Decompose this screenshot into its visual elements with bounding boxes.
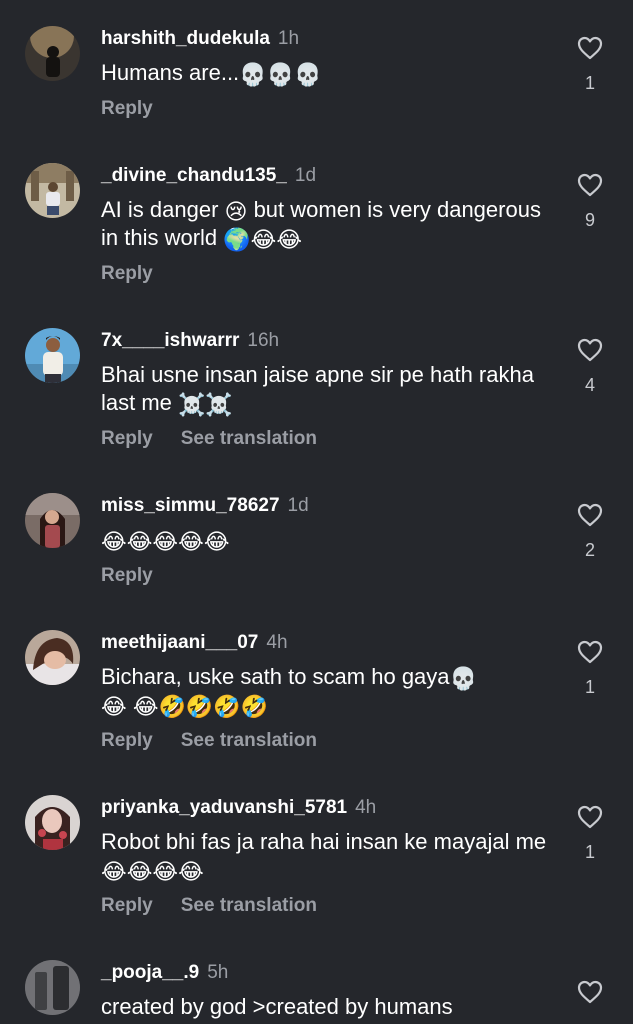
heart-icon[interactable]: [577, 980, 603, 1004]
heart-icon[interactable]: [577, 503, 603, 527]
like-control: 2: [574, 503, 606, 561]
timestamp: 5h: [207, 962, 229, 983]
laughing-emoji: 😂😂😂😂: [101, 859, 204, 884]
comment-text: Robot bhi fas ja raha hai insan ke mayaj…: [101, 828, 551, 884]
heart-icon[interactable]: [577, 805, 603, 829]
like-control: 1: [574, 805, 606, 863]
globe-laughing-emoji: 🌍😂😂: [223, 227, 303, 252]
avatar[interactable]: [25, 630, 80, 685]
username[interactable]: priyanka_yaduvanshi_5781: [101, 797, 347, 818]
like-count: 1: [584, 677, 595, 697]
comment-text: Bichara, uske sath to scam ho gaya💀 😂 😂🤣…: [101, 663, 551, 719]
see-translation-button[interactable]: See translation: [181, 895, 317, 916]
see-translation-button[interactable]: See translation: [181, 428, 317, 449]
reply-button[interactable]: Reply: [101, 895, 153, 916]
like-control: 4: [574, 338, 606, 396]
comment-actions: Reply: [101, 96, 181, 122]
comment-header: 7x____ishwarrr 16h: [101, 328, 279, 354]
like-control: 1: [574, 640, 606, 698]
comment-header: meethijaani___07 4h: [101, 630, 288, 656]
username[interactable]: harshith_dudekula: [101, 28, 270, 49]
like-count: 2: [584, 540, 595, 560]
comment-header: priyanka_yaduvanshi_5781 4h: [101, 795, 376, 821]
skull-crossbones-emoji: ☠️☠️: [178, 392, 233, 417]
comments-list: harshith_dudekula 1h Humans are...💀💀💀 Rep…: [0, 0, 633, 1024]
see-translation-button[interactable]: See translation: [181, 730, 317, 751]
laughing-emoji: 😂 😂🤣🤣🤣🤣: [101, 694, 269, 719]
avatar[interactable]: [25, 493, 80, 548]
like-count: 1: [584, 73, 595, 93]
comment-text: AI is danger 😢 but women is very dangero…: [101, 196, 551, 252]
avatar[interactable]: [25, 328, 80, 383]
timestamp: 16h: [247, 330, 280, 351]
like-control: 9: [574, 173, 606, 231]
reply-button[interactable]: Reply: [101, 263, 153, 284]
reply-button[interactable]: Reply: [101, 565, 153, 586]
timestamp: 4h: [355, 797, 377, 818]
timestamp: 1d: [294, 165, 317, 186]
comment-actions: Reply See translation: [101, 426, 345, 452]
skull-emoji: 💀: [449, 666, 477, 691]
comment-actions: Reply: [101, 261, 181, 287]
username[interactable]: 7x____ishwarrr: [101, 330, 239, 351]
username[interactable]: miss_simmu_78627: [101, 495, 280, 516]
reply-button[interactable]: Reply: [101, 98, 153, 119]
comment-body: created by god >created by humans: [101, 994, 453, 1019]
comment-text: Humans are...💀💀💀: [101, 59, 551, 87]
comment-actions: Reply: [101, 563, 181, 589]
avatar[interactable]: [25, 163, 80, 218]
comment-body: Bichara, uske sath to scam ho gaya: [101, 664, 450, 689]
avatar[interactable]: [25, 795, 80, 850]
heart-icon[interactable]: [577, 338, 603, 362]
username[interactable]: meethijaani___07: [101, 632, 258, 653]
comment-actions: Reply See translation: [101, 728, 345, 754]
comment-header: miss_simmu_78627 1d: [101, 493, 309, 519]
like-count: 4: [584, 375, 595, 395]
heart-icon[interactable]: [577, 173, 603, 197]
comment-actions: Reply See translation: [101, 893, 345, 919]
like-count: 9: [584, 210, 595, 230]
heart-icon[interactable]: [577, 36, 603, 60]
like-count: 1: [584, 842, 595, 862]
comment-header: _pooja__.9 5h: [101, 960, 228, 986]
comment-header: _divine_chandu135_ 1d: [101, 163, 316, 189]
avatar[interactable]: [25, 960, 80, 1015]
reply-button[interactable]: Reply: [101, 730, 153, 751]
laughing-emoji: 😂😂😂😂😂: [101, 529, 230, 554]
reply-button[interactable]: Reply: [101, 428, 153, 449]
timestamp: 1d: [287, 495, 309, 516]
comment-body: AI is danger: [101, 197, 225, 222]
comment-body: Humans are...: [101, 60, 240, 85]
username[interactable]: _pooja__.9: [101, 962, 199, 983]
crying-emoji: 😢: [224, 199, 248, 224]
comment-header: harshith_dudekula 1h: [101, 26, 299, 52]
timestamp: 4h: [266, 632, 288, 653]
comment-text: 😂😂😂😂😂: [101, 526, 551, 554]
comment-text: created by god >created by humans: [101, 993, 551, 1021]
username[interactable]: _divine_chandu135_: [101, 165, 287, 186]
comment-text: Bhai usne insan jaise apne sir pe hath r…: [101, 361, 551, 417]
avatar[interactable]: [25, 26, 80, 81]
like-control: 1: [574, 36, 606, 94]
like-control: [574, 980, 606, 1004]
heart-icon[interactable]: [577, 640, 603, 664]
timestamp: 1h: [277, 28, 300, 49]
comment-body: Bhai usne insan jaise apne sir pe hath r…: [101, 362, 534, 415]
skull-emoji: 💀💀💀: [239, 62, 322, 87]
comment-body: Robot bhi fas ja raha hai insan ke mayaj…: [101, 829, 547, 854]
